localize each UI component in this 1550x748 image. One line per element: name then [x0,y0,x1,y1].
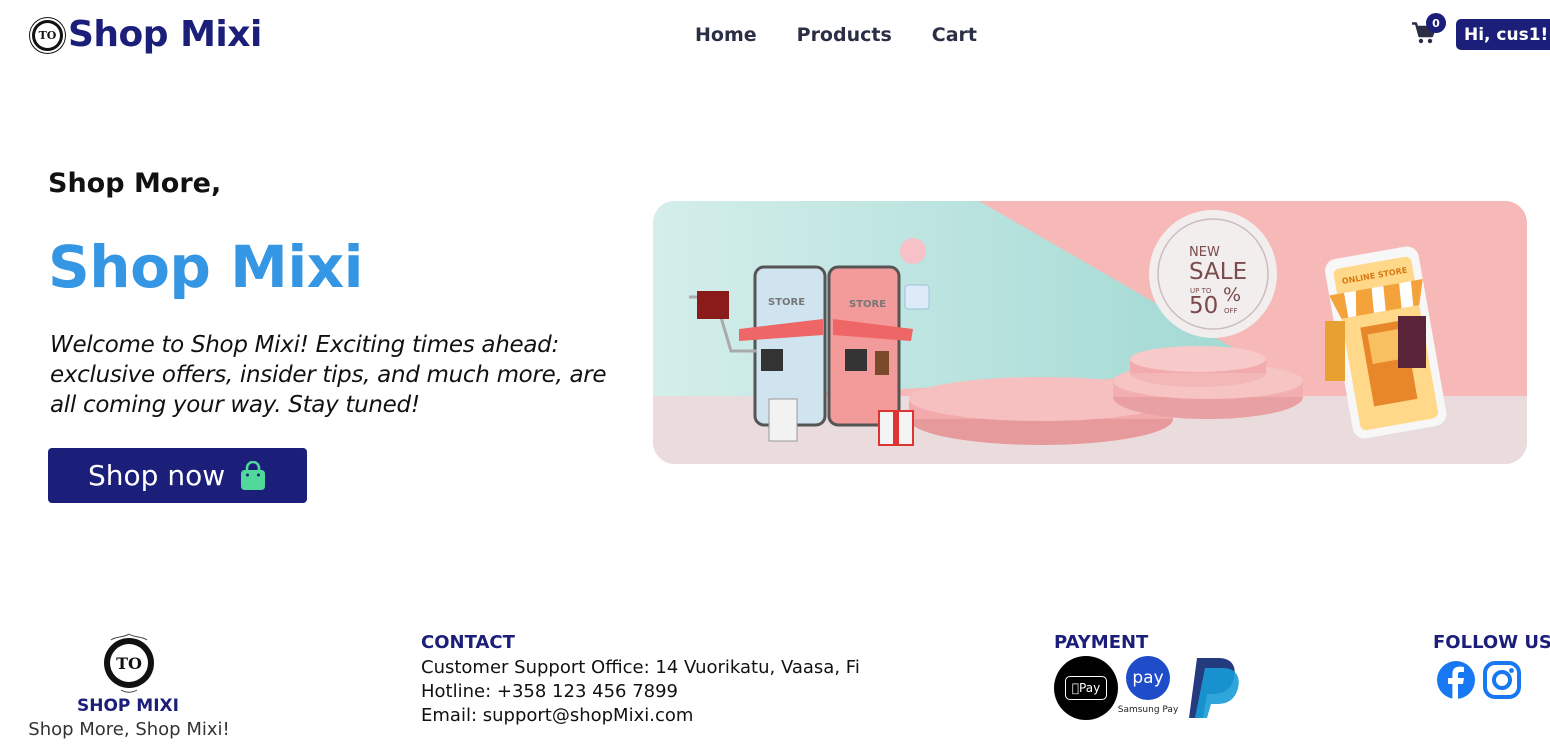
paypal-icon [1189,658,1239,718]
brand-logo-text: TO [35,22,60,48]
brand-home-link[interactable]: TO Shop Mixi [30,13,262,57]
brand-name: Shop Mixi [68,14,262,55]
samsung-pay-icon: pay Samsung Pay [1116,656,1180,720]
contact-hotline[interactable]: Hotline: +358 123 456 7899 [421,680,860,704]
hero-banner-image: STORE STORE NEW SALE UP TO 50 % OFF ONLI… [653,201,1527,464]
banner-store-label: STORE [849,299,886,310]
nav-cart[interactable]: Cart [932,20,977,50]
samsung-pay-mark: pay [1126,656,1170,700]
follow-heading: FOLLOW US [1433,632,1550,653]
apple-pay-label: Pay [1065,676,1107,700]
hero-kicker: Shop More, [48,168,222,199]
instagram-icon[interactable] [1482,660,1522,700]
brand-logo-icon: TO [30,17,65,53]
facebook-icon[interactable] [1436,660,1476,700]
main-nav: Home Products Cart [695,20,1017,50]
user-menu-button[interactable]: Hi, cus1! [1456,19,1550,50]
footer-logo-text: TO [116,654,142,673]
nav-products[interactable]: Products [797,20,892,50]
contact-details: Customer Support Office: 14 Vuorikatu, V… [421,656,860,728]
samsung-pay-caption: Samsung Pay [1117,705,1179,715]
apple-pay-icon: Pay [1054,656,1118,720]
contact-email[interactable]: Email: support@shopMixi.com [421,704,860,728]
banner-sale-percent-sign: % [1223,284,1241,306]
payment-heading: PAYMENT [1054,632,1149,653]
banner-sale-word: SALE [1189,259,1247,285]
banner-sale-off: OFF [1224,307,1238,315]
contact-heading: CONTACT [421,632,515,653]
shop-now-label: Shop now [88,459,226,492]
hero-title: Shop Mixi [48,233,364,301]
banner-store-label: STORE [768,297,805,308]
site-header: TO Shop Mixi Home Products Cart 0 Hi, cu… [0,0,1550,72]
footer-brand: SHOP MIXI [77,696,179,716]
banner-sale-percent: 50 [1189,293,1218,319]
footer-logo-icon: TO [104,633,154,693]
hero-description: Welcome to Shop Mixi! Exciting times ahe… [50,332,607,418]
contact-office: Customer Support Office: 14 Vuorikatu, V… [421,657,860,678]
nav-home[interactable]: Home [695,20,757,50]
cart-count-badge: 0 [1426,13,1446,33]
footer-tagline: Shop More, Shop Mixi! [28,719,230,740]
cart-button[interactable]: 0 [1412,13,1446,48]
shop-now-button[interactable]: Shop now [48,448,307,503]
banner-illustration: STORE STORE NEW SALE UP TO 50 % OFF ONLI… [653,201,1527,464]
shopping-bag-icon [241,461,265,490]
banner-sale-new: NEW [1189,245,1220,260]
